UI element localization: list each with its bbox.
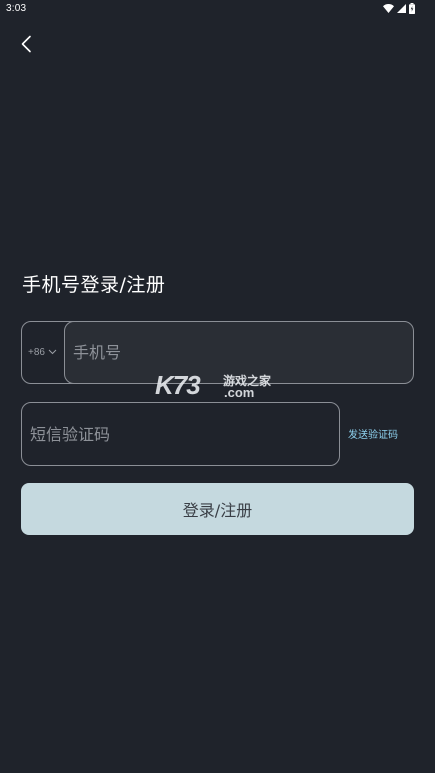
country-code-label: +86: [28, 347, 45, 358]
status-time: 3:03: [6, 3, 27, 14]
status-bar: 3:03: [0, 0, 435, 18]
country-code-selector[interactable]: +86: [28, 322, 57, 383]
signal-icon: [397, 4, 406, 13]
back-button[interactable]: [14, 30, 42, 58]
chevron-down-icon: [48, 347, 57, 358]
battery-icon: [409, 3, 415, 14]
send-code-link[interactable]: 发送验证码: [348, 426, 398, 441]
phone-field-group: +86: [21, 321, 414, 384]
watermark-domain: .com: [224, 385, 255, 400]
page-title: 手机号登录/注册: [22, 274, 166, 296]
login-register-button[interactable]: 登录/注册: [21, 483, 414, 535]
sms-code-input[interactable]: [21, 402, 340, 466]
status-icons: [383, 3, 415, 14]
phone-input[interactable]: [64, 321, 414, 384]
wifi-icon: [383, 4, 394, 13]
